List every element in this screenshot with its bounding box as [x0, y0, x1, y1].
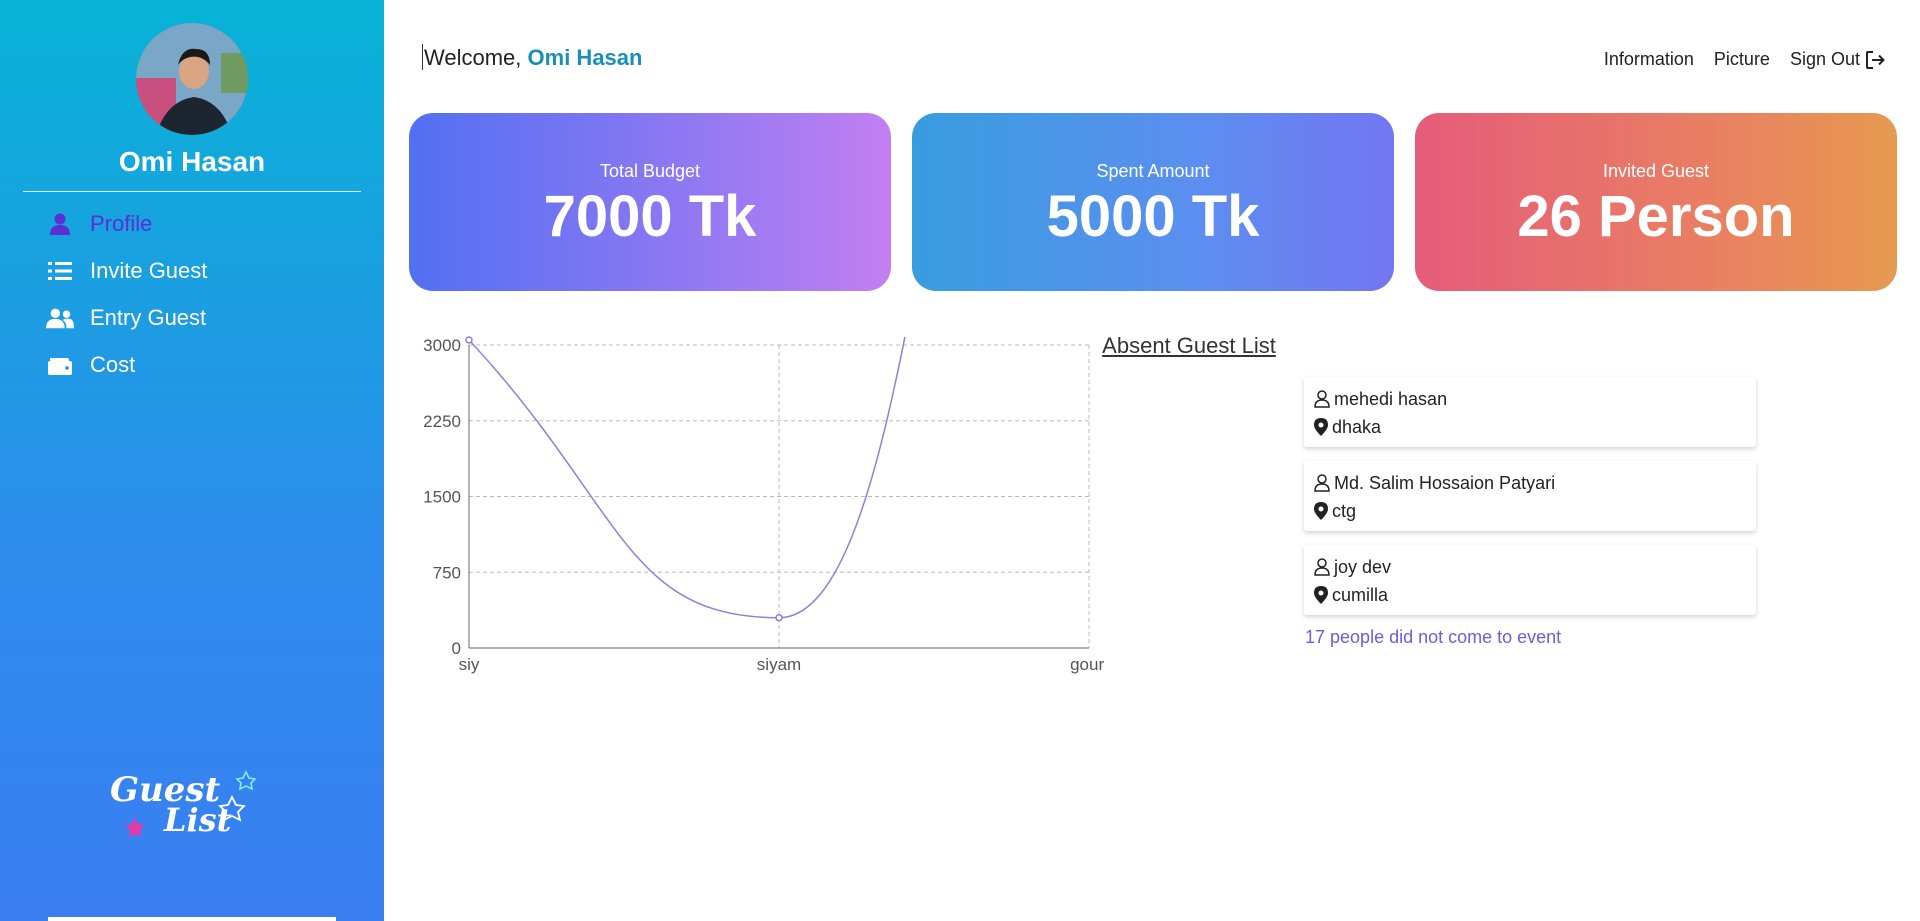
sidebar-item-label: Profile — [90, 210, 153, 236]
absent-guest-card: Md. Salim Hossaion Patyari ctg — [1304, 461, 1756, 531]
sign-out-label: Sign Out — [1789, 49, 1860, 69]
sidebar-item-label: Invite Guest — [90, 257, 208, 283]
app: Omi Hasan Profile Invite Guest Entry Gue… — [0, 0, 1920, 921]
picture-link[interactable]: Picture — [1714, 49, 1770, 70]
user-outline-icon — [1314, 390, 1330, 408]
guest-location: dhaka — [1332, 416, 1382, 437]
map-marker-icon — [1314, 586, 1328, 604]
y-tick-label: 750 — [433, 563, 461, 582]
sign-out-icon — [1866, 50, 1885, 69]
budget-line-chart: 0750150022503000siysiyamgouri — [423, 336, 1104, 674]
sidebar-item-invite-guest[interactable]: Invite Guest — [0, 247, 384, 294]
spent-amount-card: Spent Amount 5000 Tk — [912, 113, 1394, 291]
avatar — [136, 23, 248, 135]
y-tick-label: 1500 — [423, 488, 461, 507]
sidebar-user-name: Omi Hasan — [118, 146, 266, 177]
guest-location-row: ctg — [1314, 497, 1746, 525]
welcome-prefix: Welcome, — [424, 45, 522, 70]
users-icon — [46, 306, 74, 330]
guest-location-row: cumilla — [1314, 581, 1746, 609]
card-label: Total Budget — [599, 161, 701, 181]
guest-location: cumilla — [1332, 584, 1389, 605]
top-nav: Information Picture Sign Out — [1584, 49, 1886, 70]
guest-list-logo: Guest List — [108, 767, 268, 843]
list-icon — [46, 259, 74, 283]
absent-summary: 17 people did not come to event — [1305, 627, 1562, 647]
sidebar-bottom-bar — [48, 917, 336, 921]
x-tick-label: siy — [459, 655, 480, 674]
information-link[interactable]: Information — [1604, 49, 1694, 70]
card-value: 26 Person — [1517, 184, 1795, 249]
user-outline-icon — [1314, 558, 1330, 576]
avatar-photo — [136, 23, 248, 135]
invited-guest-card: Invited Guest 26 Person — [1415, 113, 1897, 291]
user-icon — [46, 212, 74, 236]
guest-name: joy dev — [1334, 556, 1392, 577]
sidebar-item-entry-guest[interactable]: Entry Guest — [0, 294, 384, 341]
guest-name-row: Md. Salim Hossaion Patyari — [1314, 469, 1746, 497]
guest-name-row: mehedi hasan — [1314, 385, 1746, 413]
absent-guest-card: mehedi hasan dhaka — [1304, 377, 1756, 447]
y-tick-label: 2250 — [423, 412, 461, 431]
sidebar: Omi Hasan Profile Invite Guest Entry Gue… — [0, 0, 384, 921]
sidebar-item-profile[interactable]: Profile — [0, 200, 384, 247]
welcome-text: Welcome, Omi Hasan — [422, 44, 642, 71]
text-cursor — [422, 44, 423, 70]
y-tick-label: 3000 — [423, 336, 461, 355]
guest-location: ctg — [1332, 500, 1357, 521]
card-value: 5000 Tk — [1046, 184, 1260, 249]
card-label: Invited Guest — [1602, 161, 1710, 181]
sidebar-item-label: Cost — [90, 351, 136, 377]
sidebar-item-label: Entry Guest — [90, 304, 207, 330]
data-point — [465, 336, 473, 344]
user-outline-icon — [1314, 474, 1330, 492]
data-point — [775, 613, 783, 622]
x-tick-label: gouri — [1070, 655, 1104, 674]
absent-guest-card: joy dev cumilla — [1304, 545, 1756, 615]
sidebar-item-cost[interactable]: Cost — [0, 341, 384, 388]
card-value: 7000 Tk — [543, 184, 757, 249]
guest-name-row: joy dev — [1314, 553, 1746, 581]
series-line — [469, 337, 906, 619]
sidebar-divider — [23, 191, 361, 192]
card-label: Spent Amount — [1096, 161, 1210, 181]
map-marker-icon — [1314, 502, 1328, 520]
x-tick-label: siyam — [757, 655, 801, 674]
guest-name: Md. Salim Hossaion Patyari — [1334, 472, 1556, 493]
welcome-name: Omi Hasan — [527, 45, 643, 70]
guest-location-row: dhaka — [1314, 413, 1746, 441]
map-marker-icon — [1314, 418, 1328, 436]
sign-out-link[interactable]: Sign Out — [1790, 49, 1886, 70]
total-budget-card: Total Budget 7000 Tk — [409, 113, 891, 291]
absent-guest-list-title: Absent Guest List — [1102, 333, 1276, 358]
guest-name: mehedi hasan — [1334, 388, 1448, 409]
sidebar-nav: Profile Invite Guest Entry Guest Cost — [0, 200, 384, 388]
wallet-icon — [46, 353, 74, 377]
main-content: Welcome, Omi Hasan Information Picture S… — [384, 0, 1920, 921]
